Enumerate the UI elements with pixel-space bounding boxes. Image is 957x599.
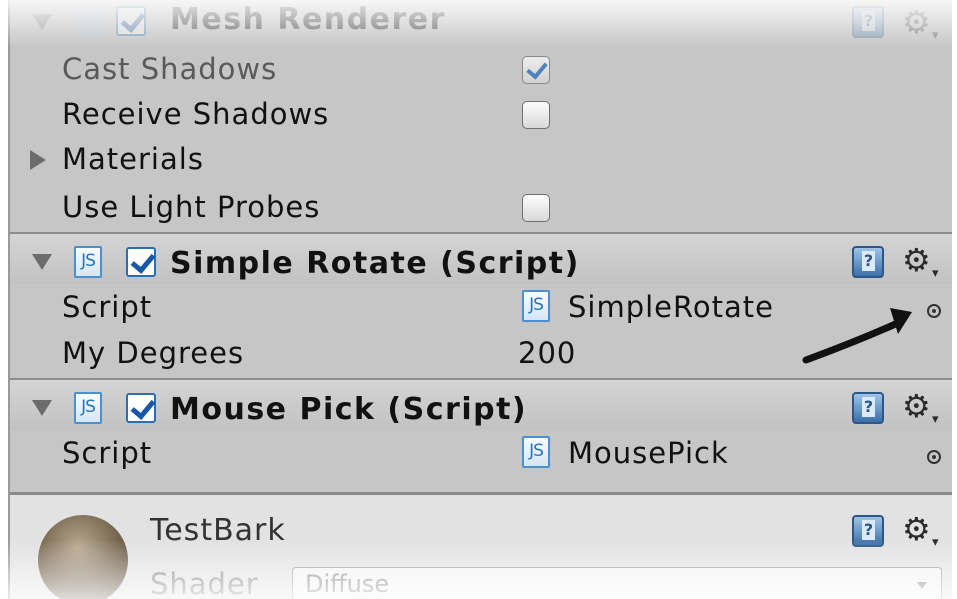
- script-value-field[interactable]: MousePick: [568, 436, 729, 470]
- shader-dropdown-value: Diffuse: [305, 570, 390, 598]
- materials-label: Materials: [62, 142, 204, 176]
- help-icon[interactable]: [852, 392, 884, 424]
- simple-rotate-title: Simple Rotate (Script): [170, 246, 580, 281]
- cast-shadows-label: Cast Shadows: [62, 52, 278, 86]
- foldout-arrow-icon[interactable]: [32, 254, 52, 270]
- gear-icon[interactable]: ⚙ ▾: [902, 6, 939, 43]
- property-use-light-probes: Use Light Probes: [10, 184, 952, 230]
- chevron-down-icon: [917, 582, 927, 589]
- simple-rotate-header[interactable]: JS Simple Rotate (Script) ⚙▾: [10, 232, 952, 284]
- property-cast-shadows: Cast Shadows: [10, 48, 952, 92]
- property-materials[interactable]: Materials: [10, 138, 952, 182]
- js-script-icon: JS: [74, 392, 102, 424]
- receive-shadows-label: Receive Shadows: [62, 97, 330, 131]
- script-value-field[interactable]: SimpleRotate: [568, 290, 774, 324]
- shader-label: Shader: [150, 567, 259, 599]
- js-script-icon: JS: [74, 246, 102, 278]
- property-receive-shadows: Receive Shadows: [10, 93, 952, 137]
- material-name: TestBark: [150, 513, 286, 548]
- receive-shadows-checkbox[interactable]: [522, 101, 550, 129]
- foldout-arrow-icon[interactable]: [32, 14, 52, 30]
- simple-rotate-enabled-checkbox[interactable]: [126, 247, 156, 277]
- my-degrees-label: My Degrees: [62, 336, 245, 370]
- use-light-probes-label: Use Light Probes: [62, 190, 321, 224]
- mouse-pick-title: Mouse Pick (Script): [170, 392, 528, 427]
- mesh-renderer-enabled-checkbox[interactable]: [116, 6, 146, 36]
- help-icon[interactable]: [852, 246, 884, 278]
- mesh-renderer-header[interactable]: Mesh Renderer ⚙▾: [10, 0, 952, 44]
- gear-icon[interactable]: ⚙ ▾: [902, 513, 939, 550]
- js-script-icon: JS: [522, 436, 550, 468]
- use-light-probes-checkbox[interactable]: [522, 194, 550, 222]
- cast-shadows-checkbox[interactable]: [522, 56, 550, 84]
- my-degrees-field[interactable]: 200: [518, 336, 576, 370]
- foldout-arrow-icon[interactable]: [32, 400, 52, 416]
- shader-dropdown[interactable]: Diffuse: [292, 567, 942, 599]
- help-icon[interactable]: [852, 515, 884, 547]
- script-label: Script: [62, 436, 153, 470]
- annotation-arrow-icon: [802, 308, 912, 364]
- js-script-icon: JS: [522, 290, 550, 322]
- gear-icon[interactable]: ⚙ ▾: [902, 390, 939, 427]
- script-label: Script: [62, 290, 153, 324]
- mouse-pick-script-row: Script JS MousePick: [10, 430, 952, 480]
- mouse-pick-header[interactable]: JS Mouse Pick (Script) ⚙▾: [10, 378, 952, 430]
- mesh-renderer-title: Mesh Renderer: [170, 2, 446, 37]
- mouse-pick-enabled-checkbox[interactable]: [126, 393, 156, 423]
- material-section: TestBark ⚙▾ Shader Diffuse: [10, 492, 952, 599]
- material-preview-thumbnail: [38, 515, 128, 599]
- help-icon[interactable]: [852, 6, 884, 38]
- mesh-renderer-icon: [76, 6, 104, 36]
- gear-icon[interactable]: ⚙ ▾: [902, 244, 939, 281]
- object-picker-icon[interactable]: [927, 450, 941, 464]
- materials-foldout-icon[interactable]: [30, 150, 46, 170]
